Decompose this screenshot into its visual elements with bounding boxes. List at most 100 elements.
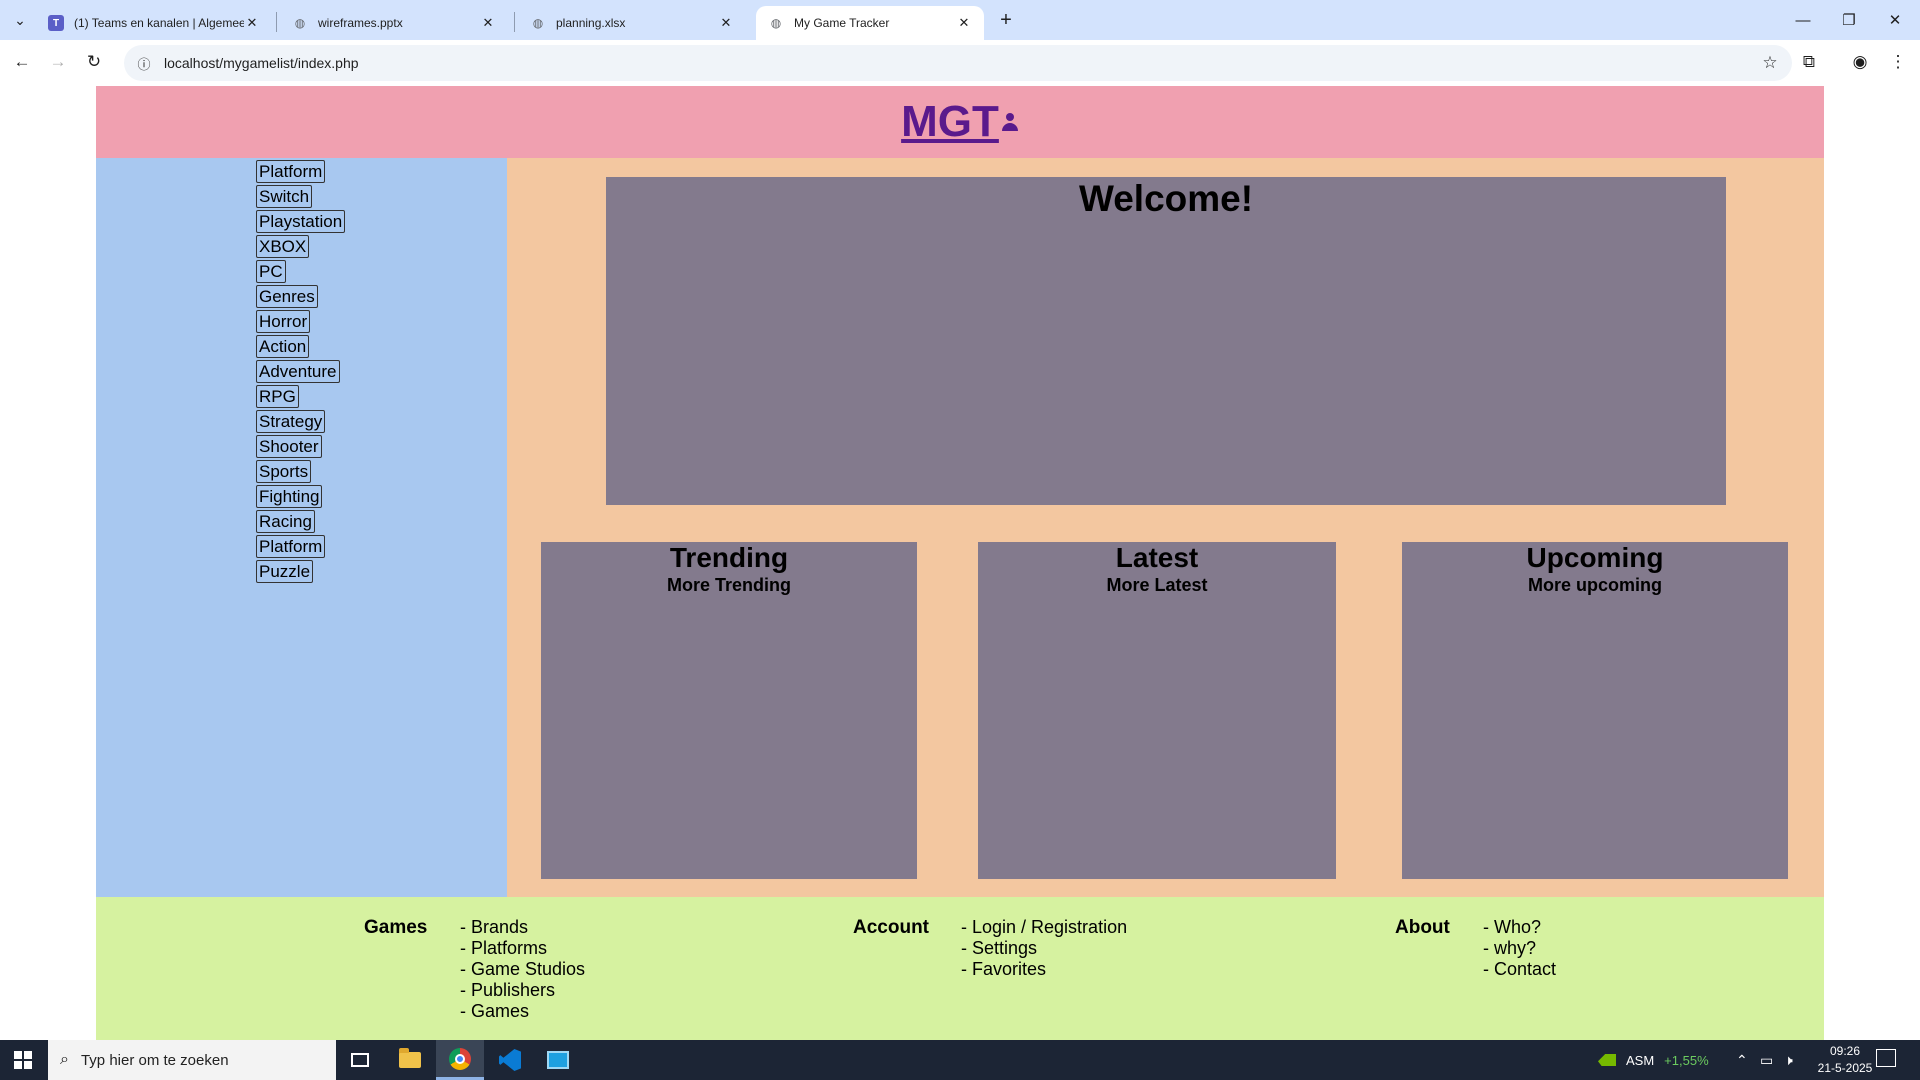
search-icon: ⌕ (60, 1051, 69, 1068)
start-button[interactable] (0, 1040, 46, 1080)
clock-time: 09:26 (1829, 1044, 1861, 1058)
more-latest-link[interactable]: More Latest (978, 574, 1336, 596)
user-icon[interactable] (1001, 111, 1019, 133)
footer-link-settings[interactable]: - Settings (961, 938, 1127, 959)
url-text[interactable]: localhost/mygamelist/index.php (164, 55, 359, 71)
teams-icon: T (48, 15, 64, 31)
task-view-icon (351, 1053, 369, 1067)
tab-title: (1) Teams en kanalen | Algemee (74, 16, 244, 30)
notification-icon[interactable] (1876, 1049, 1896, 1067)
search-placeholder[interactable]: Typ hier om te zoeken (81, 1052, 229, 1069)
footer-account-links: - Login / Registration - Settings - Favo… (961, 917, 1127, 980)
sidebar-item-adventure[interactable]: Adventure (256, 360, 340, 383)
vscode-button[interactable] (486, 1040, 534, 1080)
extensions-puzzle-icon[interactable]: ⧉ (1796, 49, 1822, 75)
task-view-button[interactable] (336, 1040, 384, 1080)
footer-link-favorites[interactable]: - Favorites (961, 959, 1127, 980)
close-icon[interactable]: ✕ (244, 15, 260, 31)
minimize-icon[interactable]: — (1780, 0, 1826, 40)
file-explorer-button[interactable] (386, 1040, 434, 1080)
forward-arrow-icon[interactable]: → (44, 48, 72, 76)
footer-link-brands[interactable]: - Brands (460, 917, 585, 938)
footer-games-links: - Brands - Platforms - Game Studios - Pu… (460, 917, 585, 1022)
tab-title: wireframes.pptx (318, 16, 403, 30)
sidebar-item-racing[interactable]: Racing (256, 510, 315, 533)
volume-muted-icon[interactable]: 🕨 (1784, 1040, 1793, 1080)
footer-games-heading: Games (364, 917, 428, 938)
sidebar-item-sports[interactable]: Sports (256, 460, 312, 483)
taskbar-search[interactable]: ⌕ Typ hier om te zoeken (48, 1040, 336, 1080)
site-container: MGT Platform Switch Playstation XBOX PC … (96, 86, 1824, 1040)
sidebar-item-platform[interactable]: Platform (256, 160, 326, 183)
footer-link-platforms[interactable]: - Platforms (460, 938, 585, 959)
tab-wireframes[interactable]: ◍ wireframes.pptx ✕ (280, 6, 508, 40)
system-clock[interactable]: 09:26 21-5-2025 (1816, 1043, 1874, 1077)
tab-search-chevron-icon[interactable]: ⌄ (8, 8, 32, 32)
sidebar-item-pc[interactable]: PC (256, 260, 286, 283)
stock-name: ASM (1626, 1052, 1655, 1068)
footer-link-who[interactable]: - Who? (1483, 917, 1556, 938)
reload-icon[interactable]: ↻ (80, 48, 108, 76)
upcoming-card: Upcoming More upcoming (1402, 542, 1788, 879)
footer-link-publishers[interactable]: - Publishers (460, 980, 585, 1001)
tab-my-game-tracker[interactable]: ◍ My Game Tracker ✕ (756, 6, 984, 40)
remote-app-button[interactable] (534, 1040, 582, 1080)
sidebar-item-horror[interactable]: Horror (256, 310, 311, 333)
chrome-button[interactable] (436, 1040, 484, 1080)
sidebar-item-fighting[interactable]: Fighting (256, 485, 323, 508)
globe-icon: ◍ (532, 16, 544, 30)
restore-icon[interactable]: ❐ (1826, 0, 1872, 40)
new-tab-plus-icon[interactable]: + (994, 8, 1018, 32)
back-arrow-icon[interactable]: ← (8, 48, 36, 76)
site-info-icon[interactable]: ⓘ (134, 53, 154, 73)
close-icon[interactable]: ✕ (718, 15, 734, 31)
tray-chevron-icon[interactable]: ⌃ (1736, 1040, 1748, 1080)
menu-kebab-icon[interactable]: ⋮ (1885, 49, 1911, 75)
sidebar-item-genres[interactable]: Genres (256, 285, 318, 308)
sidebar-item-switch[interactable]: Switch (256, 185, 313, 208)
address-bar[interactable]: ⓘ localhost/mygamelist/index.php ☆ (124, 45, 1792, 81)
network-icon[interactable]: ▭ (1760, 1040, 1773, 1080)
remote-desktop-icon (547, 1051, 569, 1069)
sidebar-item-playstation[interactable]: Playstation (256, 210, 346, 233)
sidebar-item-strategy[interactable]: Strategy (256, 410, 326, 433)
page-viewport: MGT Platform Switch Playstation XBOX PC … (0, 86, 1920, 1040)
latest-card: Latest More Latest (978, 542, 1336, 879)
footer-link-login[interactable]: - Login / Registration (961, 917, 1127, 938)
clock-date: 21-5-2025 (1817, 1061, 1873, 1075)
tab-planning[interactable]: ◍ planning.xlsx ✕ (518, 6, 746, 40)
sidebar-item-puzzle[interactable]: Puzzle (256, 560, 314, 583)
sidebar-item-platform-genre[interactable]: Platform (256, 535, 326, 558)
footer-link-games[interactable]: - Games (460, 1001, 585, 1022)
stock-widget[interactable]: ASM +1,55% (1598, 1040, 1709, 1080)
close-icon[interactable]: ✕ (480, 15, 496, 31)
footer-link-why[interactable]: - why? (1483, 938, 1556, 959)
footer-link-contact[interactable]: - Contact (1483, 959, 1556, 980)
globe-icon: ◍ (770, 16, 782, 30)
sidebar-item-action[interactable]: Action (256, 335, 310, 358)
latest-title: Latest (1115, 542, 1199, 573)
bookmark-star-icon[interactable]: ☆ (1758, 51, 1782, 75)
tab-title: My Game Tracker (794, 16, 890, 30)
welcome-title: Welcome! (1078, 178, 1254, 219)
footer-account-heading: Account (853, 917, 929, 938)
logo-text[interactable]: MGT (901, 97, 999, 147)
window-close-icon[interactable]: ✕ (1872, 0, 1918, 40)
logo-link[interactable]: MGT (901, 97, 1019, 147)
tab-separator (276, 12, 277, 32)
more-upcoming-link[interactable]: More upcoming (1402, 574, 1788, 596)
footer-link-game-studios[interactable]: - Game Studios (460, 959, 585, 980)
taskbar: ⌕ Typ hier om te zoeken ASM +1,55% ⌃ ▭ 🕨… (0, 1040, 1920, 1080)
welcome-panel: Welcome! (606, 177, 1726, 505)
sidebar-item-shooter[interactable]: Shooter (256, 435, 322, 458)
sidebar-item-rpg[interactable]: RPG (256, 385, 299, 408)
tab-teams[interactable]: T (1) Teams en kanalen | Algemee ✕ (36, 6, 272, 40)
more-trending-link[interactable]: More Trending (541, 574, 917, 596)
sidebar-item-xbox[interactable]: XBOX (256, 235, 310, 258)
sidebar-list: Platform Switch Playstation XBOX PC Genr… (256, 160, 346, 585)
stock-chart-icon (1598, 1054, 1616, 1066)
profile-icon[interactable]: ◉ (1847, 49, 1873, 75)
chrome-icon (449, 1047, 471, 1070)
close-icon[interactable]: ✕ (956, 15, 972, 31)
site-footer: Games - Brands - Platforms - Game Studio… (96, 897, 1824, 1040)
